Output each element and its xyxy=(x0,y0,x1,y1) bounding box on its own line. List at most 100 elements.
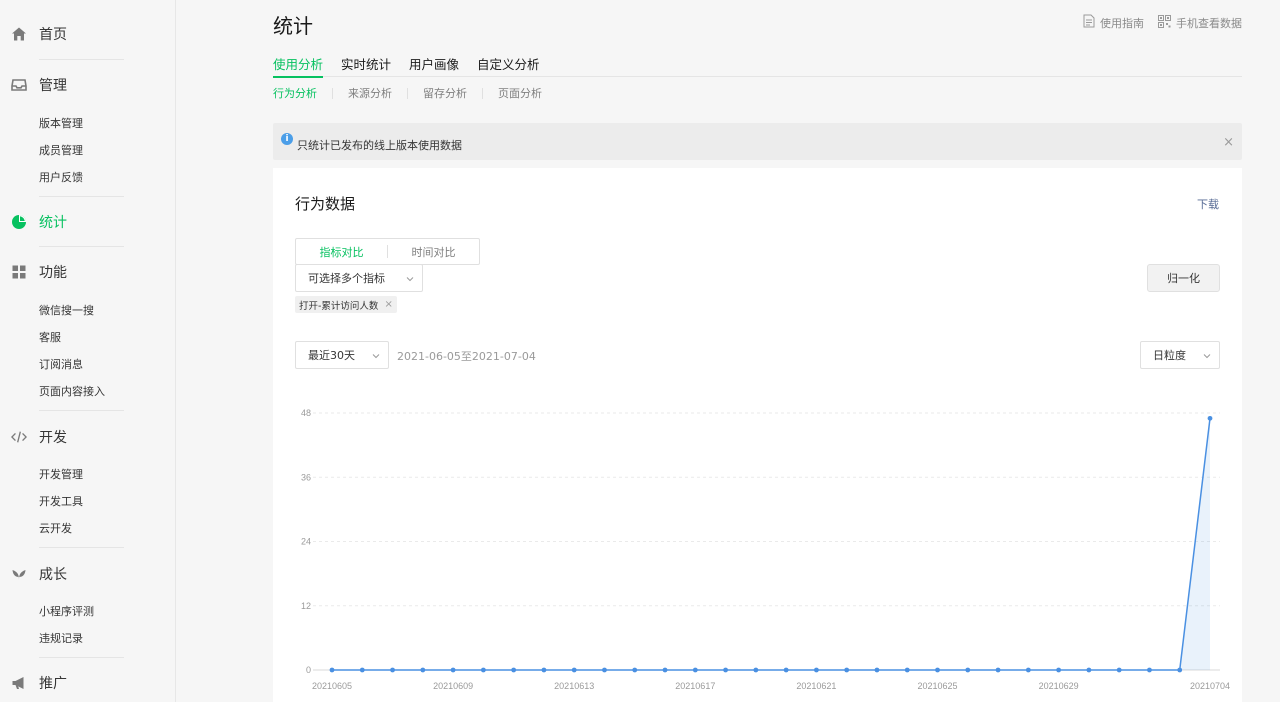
x-tick-label: 20210609 xyxy=(433,681,473,691)
metric-select[interactable]: 可选择多个指标 xyxy=(295,264,423,292)
x-tick-label: 20210617 xyxy=(675,681,715,691)
data-point xyxy=(844,667,850,673)
compare-segment: 指标对比 时间对比 xyxy=(295,238,480,265)
data-point xyxy=(874,667,880,673)
divider xyxy=(407,87,408,99)
download-link[interactable]: 下载 xyxy=(1197,196,1219,212)
subtab-source[interactable]: 来源分析 xyxy=(348,85,392,101)
notice-banner: i 只统计已发布的线上版本使用数据 × xyxy=(273,123,1242,160)
data-point xyxy=(450,667,456,673)
data-point xyxy=(1056,667,1062,673)
sub-tabs: 行为分析 来源分析 留存分析 页面分析 xyxy=(273,85,542,101)
data-point xyxy=(1025,667,1031,673)
y-tick-label: 36 xyxy=(301,472,311,482)
data-point xyxy=(814,667,819,673)
code-icon xyxy=(11,429,27,445)
sidebar-item-violations[interactable]: 违规记录 xyxy=(39,630,83,646)
info-icon: i xyxy=(281,133,293,145)
segment-metric-compare[interactable]: 指标对比 xyxy=(296,239,387,264)
x-tick-label: 20210625 xyxy=(917,681,957,691)
sidebar-item-dev-manage[interactable]: 开发管理 xyxy=(39,466,83,482)
x-tick-label: 20210621 xyxy=(796,681,836,691)
card-title: 行为数据 xyxy=(295,195,356,213)
divider xyxy=(39,246,124,247)
guide-link[interactable]: 使用指南 xyxy=(1083,14,1144,31)
x-tick-label: 20210613 xyxy=(554,681,594,691)
subtab-behavior[interactable]: 行为分析 xyxy=(273,85,317,101)
data-point xyxy=(904,667,910,673)
y-tick-label: 24 xyxy=(301,537,311,547)
sidebar-item-members[interactable]: 成员管理 xyxy=(39,142,83,158)
sidebar-item-wechat-search[interactable]: 微信搜一搜 xyxy=(39,302,94,318)
granularity-select[interactable]: 日粒度 xyxy=(1140,341,1220,369)
divider xyxy=(39,59,124,60)
top-links: 使用指南 手机查看数据 xyxy=(1083,14,1242,31)
close-icon[interactable]: × xyxy=(1223,135,1234,150)
home-icon xyxy=(11,26,27,42)
inbox-icon xyxy=(11,77,27,93)
data-point xyxy=(753,667,759,673)
divider xyxy=(39,196,124,197)
segment-time-compare[interactable]: 时间对比 xyxy=(388,239,479,264)
data-point xyxy=(632,667,638,673)
data-point xyxy=(935,667,940,673)
metric-tag-label: 打开-累计访问人数 xyxy=(299,300,379,312)
data-point xyxy=(329,667,335,673)
tab-user-portrait[interactable]: 用户画像 xyxy=(409,54,459,77)
divider xyxy=(39,410,124,411)
data-point xyxy=(662,667,668,673)
x-tick-label: 20210629 xyxy=(1039,681,1079,691)
nav-growth-label: 成长 xyxy=(39,567,67,583)
sidebar: 首页 管理 版本管理 成员管理 用户反馈 统计 功能 微信搜一搜 客服 订阅消息… xyxy=(0,0,176,702)
granularity-select-value: 日粒度 xyxy=(1153,349,1186,362)
chevron-down-icon xyxy=(406,273,414,282)
y-tick-label: 12 xyxy=(301,601,311,611)
data-point xyxy=(965,667,971,673)
notice-text: 只统计已发布的线上版本使用数据 xyxy=(297,139,462,152)
sidebar-item-subscribe-msg[interactable]: 订阅消息 xyxy=(39,356,83,372)
range-select[interactable]: 最近30天 xyxy=(295,341,389,369)
close-icon[interactable]: × xyxy=(384,299,392,310)
mobile-data-link[interactable]: 手机查看数据 xyxy=(1158,14,1242,31)
nav-manage[interactable]: 管理 xyxy=(0,73,176,97)
normalize-button[interactable]: 归一化 xyxy=(1147,264,1220,292)
sidebar-item-feedback[interactable]: 用户反馈 xyxy=(39,169,83,185)
nav-stats[interactable]: 统计 xyxy=(0,210,176,234)
sidebar-item-version[interactable]: 版本管理 xyxy=(39,115,83,131)
sidebar-item-evaluation[interactable]: 小程序评测 xyxy=(39,603,94,619)
qr-icon xyxy=(1158,14,1171,31)
sidebar-item-cloud-dev[interactable]: 云开发 xyxy=(39,520,72,536)
subtab-page[interactable]: 页面分析 xyxy=(498,85,542,101)
sidebar-item-page-content[interactable]: 页面内容接入 xyxy=(39,383,105,399)
chevron-down-icon xyxy=(372,350,380,359)
divider xyxy=(39,657,124,658)
sprout-icon xyxy=(11,566,27,582)
page-title: 统计 xyxy=(273,14,313,38)
data-point xyxy=(390,667,395,673)
data-point xyxy=(723,667,728,673)
tab-realtime[interactable]: 实时统计 xyxy=(341,54,391,77)
data-point xyxy=(1086,667,1092,673)
data-point xyxy=(1147,667,1152,673)
sidebar-item-customer-service[interactable]: 客服 xyxy=(39,329,61,345)
y-tick-label: 0 xyxy=(306,665,311,675)
nav-dev[interactable]: 开发 xyxy=(0,425,176,449)
data-point xyxy=(602,667,607,673)
divider xyxy=(332,87,333,99)
nav-growth[interactable]: 成长 xyxy=(0,562,176,586)
x-tick-label: 20210704 xyxy=(1190,681,1230,691)
nav-promote[interactable]: 推广 xyxy=(0,671,176,695)
nav-home[interactable]: 首页 xyxy=(0,22,176,46)
nav-features[interactable]: 功能 xyxy=(0,260,176,284)
data-point xyxy=(511,667,517,673)
metric-tag: 打开-累计访问人数 × xyxy=(295,296,397,313)
sidebar-item-dev-tools[interactable]: 开发工具 xyxy=(39,493,83,509)
tab-usage-analysis[interactable]: 使用分析 xyxy=(273,54,324,78)
date-range-text: 2021-06-05至2021-07-04 xyxy=(397,350,536,363)
subtab-retention[interactable]: 留存分析 xyxy=(423,85,467,101)
nav-dev-label: 开发 xyxy=(39,430,67,446)
nav-promote-label: 推广 xyxy=(39,676,67,692)
line-chart-svg: 0 12 24 36 48 20210605 20210609 20210613 2021061… xyxy=(301,408,1230,691)
document-icon xyxy=(1083,14,1095,31)
tab-custom-analysis[interactable]: 自定义分析 xyxy=(477,54,540,77)
